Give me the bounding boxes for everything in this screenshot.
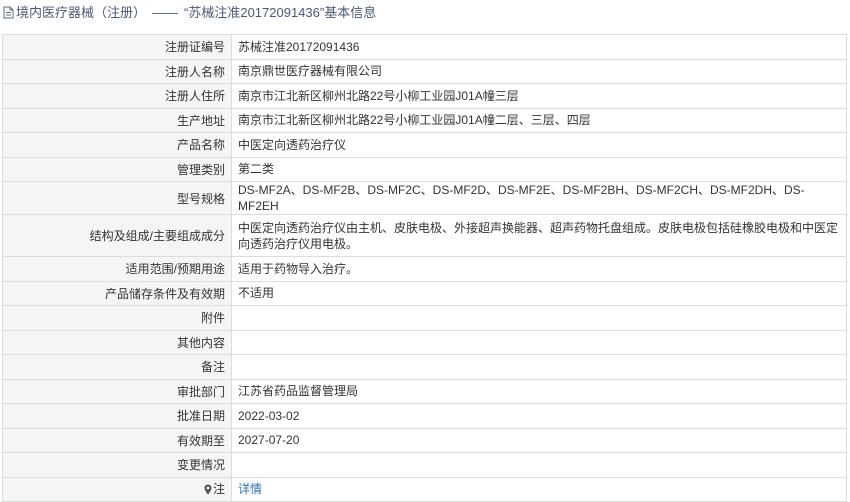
table-row: 结构及组成/主要组成成分 中医定向透药治疗仪由主机、皮肤电极、外接超声换能器、超… [2, 214, 847, 257]
row-value: 江苏省药品监督管理局 [231, 378, 847, 404]
row-label: 适用范围/预期用途 [2, 256, 232, 282]
note-label: 注 [212, 482, 225, 497]
table-row: 产品名称 中医定向透药治疗仪 [2, 132, 847, 158]
table-row: 有效期至 2027-07-20 [2, 427, 847, 453]
row-label: 其他内容 [2, 329, 232, 355]
table-row: 附件 [2, 305, 847, 331]
row-value: 苏械注准20172091436 [231, 34, 847, 60]
row-label: 生产地址 [2, 107, 232, 133]
page-title: 境内医疗器械（注册） —— “苏械注准20172091436”基本信息 [0, 0, 850, 26]
table-row: 适用范围/预期用途 适用于药物导入治疗。 [2, 256, 847, 282]
note-label-cell: 注 [2, 476, 232, 502]
title-separator: —— [152, 5, 179, 20]
row-label: 有效期至 [2, 427, 232, 453]
row-value [231, 354, 847, 380]
row-label: 备注 [2, 354, 232, 380]
title-subject: “苏械注准20172091436”基本信息 [184, 5, 377, 20]
row-label: 注册人名称 [2, 58, 232, 84]
table-row: 注册人名称 南京鼎世医疗器械有限公司 [2, 58, 847, 84]
row-value [231, 329, 847, 355]
table-row: 管理类别 第二类 [2, 156, 847, 182]
row-label: 审批部门 [2, 378, 232, 404]
details-link[interactable]: 详情 [238, 482, 262, 496]
table-row: 注册证编号 苏械注准20172091436 [2, 34, 847, 60]
table-row: 其他内容 [2, 329, 847, 355]
row-label: 型号规格 [2, 181, 232, 215]
row-value: DS-MF2A、DS-MF2B、DS-MF2C、DS-MF2D、DS-MF2E、… [231, 181, 847, 215]
table-row: 型号规格 DS-MF2A、DS-MF2B、DS-MF2C、DS-MF2D、DS-… [2, 181, 847, 215]
row-value [231, 305, 847, 331]
table-row: 生产地址 南京市江北新区柳州北路22号小柳工业园J01A幢二层、三层、四层 [2, 107, 847, 133]
row-value: 中医定向透药治疗仪 [231, 132, 847, 158]
row-value: 中医定向透药治疗仪由主机、皮肤电极、外接超声换能器、超声药物托盘组成。皮肤电极包… [231, 214, 847, 257]
row-label: 附件 [2, 305, 232, 331]
note-row: 注 详情 [2, 476, 847, 502]
row-label: 产品储存条件及有效期 [2, 280, 232, 306]
table-row: 审批部门 江苏省药品监督管理局 [2, 378, 847, 404]
row-value: 2022-03-02 [231, 403, 847, 429]
row-value: 南京市江北新区柳州北路22号小柳工业园J01A幢二层、三层、四层 [231, 107, 847, 133]
table-row: 备注 [2, 354, 847, 380]
row-label: 批准日期 [2, 403, 232, 429]
table-row: 产品储存条件及有效期 不适用 [2, 280, 847, 306]
row-value: 南京鼎世医疗器械有限公司 [231, 58, 847, 84]
title-prefix: 境内医疗器械（注册） [16, 5, 147, 20]
row-value: 2027-07-20 [231, 427, 847, 453]
row-label: 注册人住所 [2, 83, 232, 109]
row-value: 不适用 [231, 280, 847, 306]
row-label: 注册证编号 [2, 34, 232, 60]
table-row: 批准日期 2022-03-02 [2, 403, 847, 429]
row-label: 产品名称 [2, 132, 232, 158]
registration-info-table: 注册证编号 苏械注准20172091436 注册人名称 南京鼎世医疗器械有限公司… [2, 34, 847, 502]
map-pin-icon [204, 484, 212, 498]
row-value [231, 452, 847, 478]
table-row: 变更情况 [2, 452, 847, 478]
row-label: 结构及组成/主要组成成分 [2, 214, 232, 257]
row-label: 管理类别 [2, 156, 232, 182]
table-row: 注册人住所 南京市江北新区柳州北路22号小柳工业园J01A幢三层 [2, 83, 847, 109]
row-value: 南京市江北新区柳州北路22号小柳工业园J01A幢三层 [231, 83, 847, 109]
row-label: 变更情况 [2, 452, 232, 478]
row-value: 适用于药物导入治疗。 [231, 256, 847, 282]
row-value: 第二类 [231, 156, 847, 182]
document-icon [3, 2, 14, 28]
note-value-cell: 详情 [231, 476, 847, 502]
